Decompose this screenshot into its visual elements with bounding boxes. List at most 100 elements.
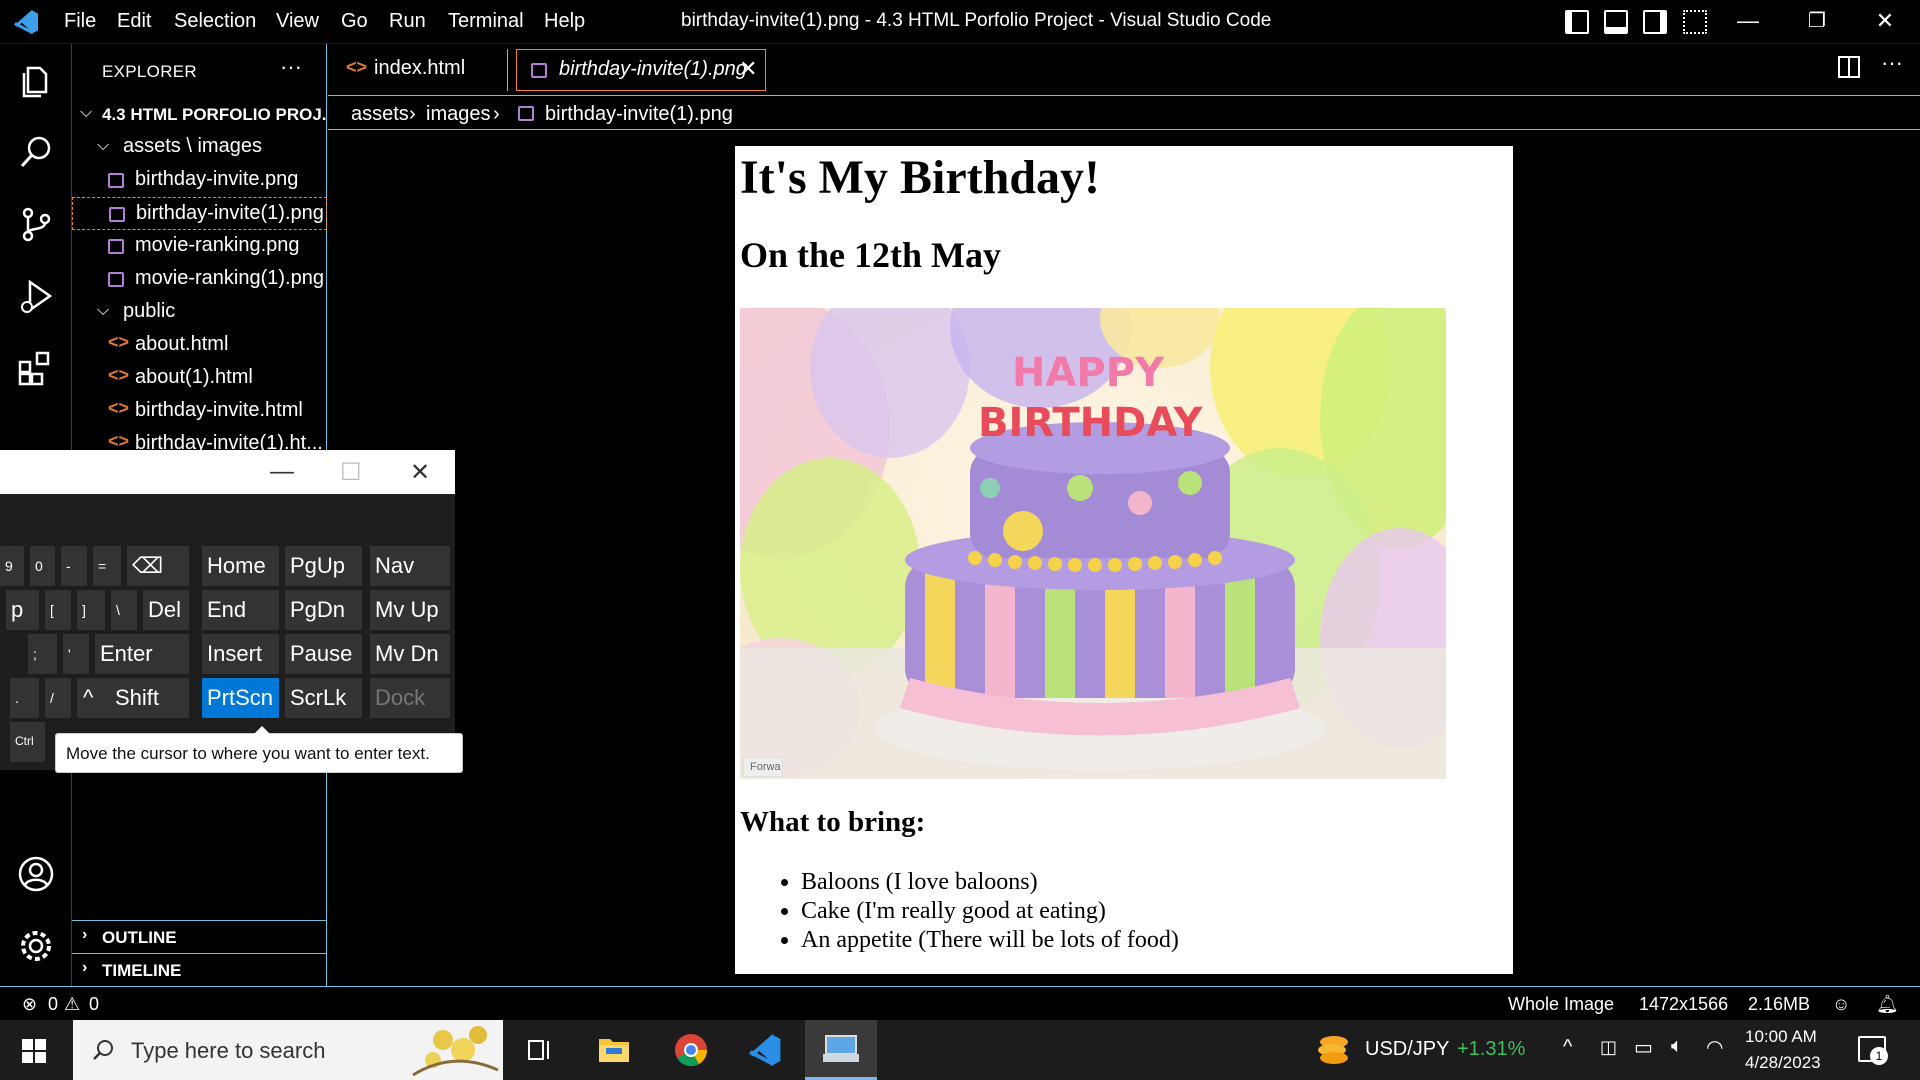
file-explorer-taskbar-button[interactable] — [578, 1020, 650, 1080]
key-semicolon[interactable]: ; — [28, 634, 57, 674]
key-del[interactable]: Del — [143, 590, 189, 630]
menu-view[interactable]: View — [276, 10, 319, 33]
key-bracket-left[interactable]: [ — [45, 590, 71, 630]
windows-start-icon[interactable] — [22, 1039, 46, 1063]
key-backspace[interactable]: ⌫ — [127, 546, 189, 586]
key-pgup[interactable]: PgUp — [285, 546, 362, 586]
key-backslash[interactable]: \ — [111, 590, 137, 630]
restore-icon[interactable]: ❐ — [1802, 8, 1832, 33]
zoom-status[interactable]: Whole Image — [1508, 994, 1614, 1015]
key-home[interactable]: Home — [202, 546, 279, 586]
key-scrlk[interactable]: ScrLk — [285, 678, 362, 718]
key-9[interactable]: 9 — [0, 546, 24, 586]
explorer-more-actions-icon[interactable]: ··· — [280, 54, 302, 80]
editor-more-actions-icon[interactable]: ··· — [1881, 50, 1903, 76]
search-icon[interactable] — [16, 132, 56, 172]
battery-icon[interactable]: ▭ — [1634, 1035, 1653, 1060]
vscode-taskbar-button[interactable] — [730, 1020, 802, 1080]
osk-close-icon[interactable]: ✕ — [410, 458, 430, 487]
run-debug-icon[interactable] — [16, 276, 56, 316]
action-center-icon[interactable]: 1 — [1858, 1036, 1888, 1065]
key-nav[interactable]: Nav — [370, 546, 450, 586]
chrome-taskbar-button[interactable] — [655, 1020, 727, 1080]
toggle-panel-icon[interactable] — [1604, 10, 1628, 34]
file-row[interactable]: birthday-invite.png — [72, 164, 327, 197]
key-mv-up[interactable]: Mv Up — [370, 590, 450, 630]
menu-file[interactable]: File — [64, 10, 96, 33]
task-view-button[interactable] — [503, 1020, 575, 1080]
project-folder-row[interactable]: ⌵ 4.3 HTML PORFOLIO PROJ... — [72, 98, 327, 131]
errors-icon[interactable]: ⊗ — [22, 994, 37, 1015]
explorer-icon[interactable] — [16, 60, 56, 100]
key-mv-dn[interactable]: Mv Dn — [370, 634, 450, 674]
folder-row-assets-images[interactable]: ⌵ assets \ images — [72, 131, 327, 164]
key-enter[interactable]: Enter — [95, 634, 189, 674]
close-window-icon[interactable]: ✕ — [1870, 8, 1900, 34]
menu-edit[interactable]: Edit — [117, 10, 151, 33]
feedback-icon[interactable]: ☺ — [1832, 994, 1850, 1015]
osk-maximize-icon[interactable]: ☐ — [340, 458, 362, 487]
source-control-icon[interactable] — [16, 204, 56, 244]
volume-icon[interactable]: 🔈︎ — [1671, 1035, 1683, 1058]
key-bracket-right[interactable]: ] — [77, 590, 105, 630]
warnings-count[interactable]: 0 — [89, 994, 99, 1015]
key-equals[interactable]: = — [93, 546, 121, 586]
customize-layout-icon[interactable] — [1683, 10, 1707, 34]
key-insert[interactable]: Insert — [202, 634, 279, 674]
key-0[interactable]: 0 — [30, 546, 55, 586]
toggle-secondary-sidebar-icon[interactable] — [1643, 10, 1667, 34]
tab-birthday-invite-png[interactable]: birthday-invite(1).png ✕ — [516, 49, 766, 91]
file-row[interactable]: <> birthday-invite.html — [72, 395, 327, 428]
key-ctrl[interactable]: Ctrl — [10, 722, 45, 762]
key-pgdn[interactable]: PgDn — [285, 590, 362, 630]
extensions-icon[interactable] — [16, 348, 56, 388]
show-hidden-icons-chevron-icon[interactable]: ^ — [1563, 1036, 1572, 1059]
breadcrumb-item-images[interactable]: images — [426, 103, 490, 126]
key-pause[interactable]: Pause — [285, 634, 362, 674]
settings-gear-icon[interactable] — [16, 926, 56, 966]
breadcrumb-item-assets[interactable]: assets — [351, 103, 409, 126]
clock-time[interactable]: 10:00 AM — [1745, 1027, 1817, 1047]
key-quote[interactable]: ' — [63, 634, 89, 674]
file-row[interactable]: <> about.html — [72, 329, 327, 362]
timeline-section-header[interactable]: › TIMELINE — [72, 953, 327, 986]
close-tab-icon[interactable]: ✕ — [739, 56, 757, 82]
meet-now-icon[interactable]: ◫ — [1600, 1037, 1617, 1058]
folder-row-public[interactable]: ⌵ public — [72, 296, 327, 329]
file-row[interactable]: <> birthday-invite(1).ht... — [72, 428, 327, 450]
ticker-name[interactable]: USD/JPY — [1365, 1038, 1449, 1061]
tab-index-html[interactable]: <> index.html — [328, 49, 508, 91]
key-end[interactable]: End — [202, 590, 279, 630]
wifi-icon[interactable]: ◠ — [1706, 1035, 1723, 1060]
menu-run[interactable]: Run — [389, 10, 426, 33]
clock-date[interactable]: 4/28/2023 — [1745, 1053, 1821, 1073]
accounts-icon[interactable] — [16, 854, 56, 894]
minimize-icon[interactable]: — — [1733, 8, 1763, 34]
menu-selection[interactable]: Selection — [174, 10, 256, 33]
osk-minimize-icon[interactable]: — — [270, 458, 294, 486]
key-prtscn[interactable]: PrtScn — [202, 678, 279, 718]
file-row-selected[interactable]: birthday-invite(1).png — [72, 197, 327, 230]
menu-terminal[interactable]: Terminal — [448, 10, 524, 33]
toggle-primary-sidebar-icon[interactable] — [1565, 10, 1589, 34]
notifications-bell-icon[interactable]: 🔔︎ — [1876, 994, 1899, 1015]
file-row[interactable]: <> about(1).html — [72, 362, 327, 395]
menu-help[interactable]: Help — [544, 10, 585, 33]
file-row[interactable]: movie-ranking.png — [72, 230, 327, 263]
outline-section-header[interactable]: › OUTLINE — [72, 920, 327, 953]
warnings-icon[interactable]: ⚠ — [64, 994, 80, 1015]
vscode-logo-icon[interactable] — [14, 9, 40, 35]
key-dock[interactable]: Dock — [370, 678, 450, 718]
currency-coins-icon[interactable] — [1316, 1032, 1352, 1068]
file-row[interactable]: movie-ranking(1).png — [72, 263, 327, 296]
breadcrumb-item-file[interactable]: birthday-invite(1).png — [545, 103, 733, 126]
taskbar-search-box[interactable]: Type here to search — [73, 1020, 503, 1080]
split-editor-icon[interactable] — [1838, 56, 1860, 78]
key-period[interactable]: . — [10, 678, 39, 718]
key-slash[interactable]: / — [45, 678, 71, 718]
key-shift[interactable]: ^ Shift — [77, 678, 189, 718]
osk-taskbar-button[interactable] — [805, 1020, 877, 1080]
key-minus[interactable]: - — [61, 546, 87, 586]
menu-go[interactable]: Go — [341, 10, 368, 33]
key-p[interactable]: p — [6, 590, 39, 630]
